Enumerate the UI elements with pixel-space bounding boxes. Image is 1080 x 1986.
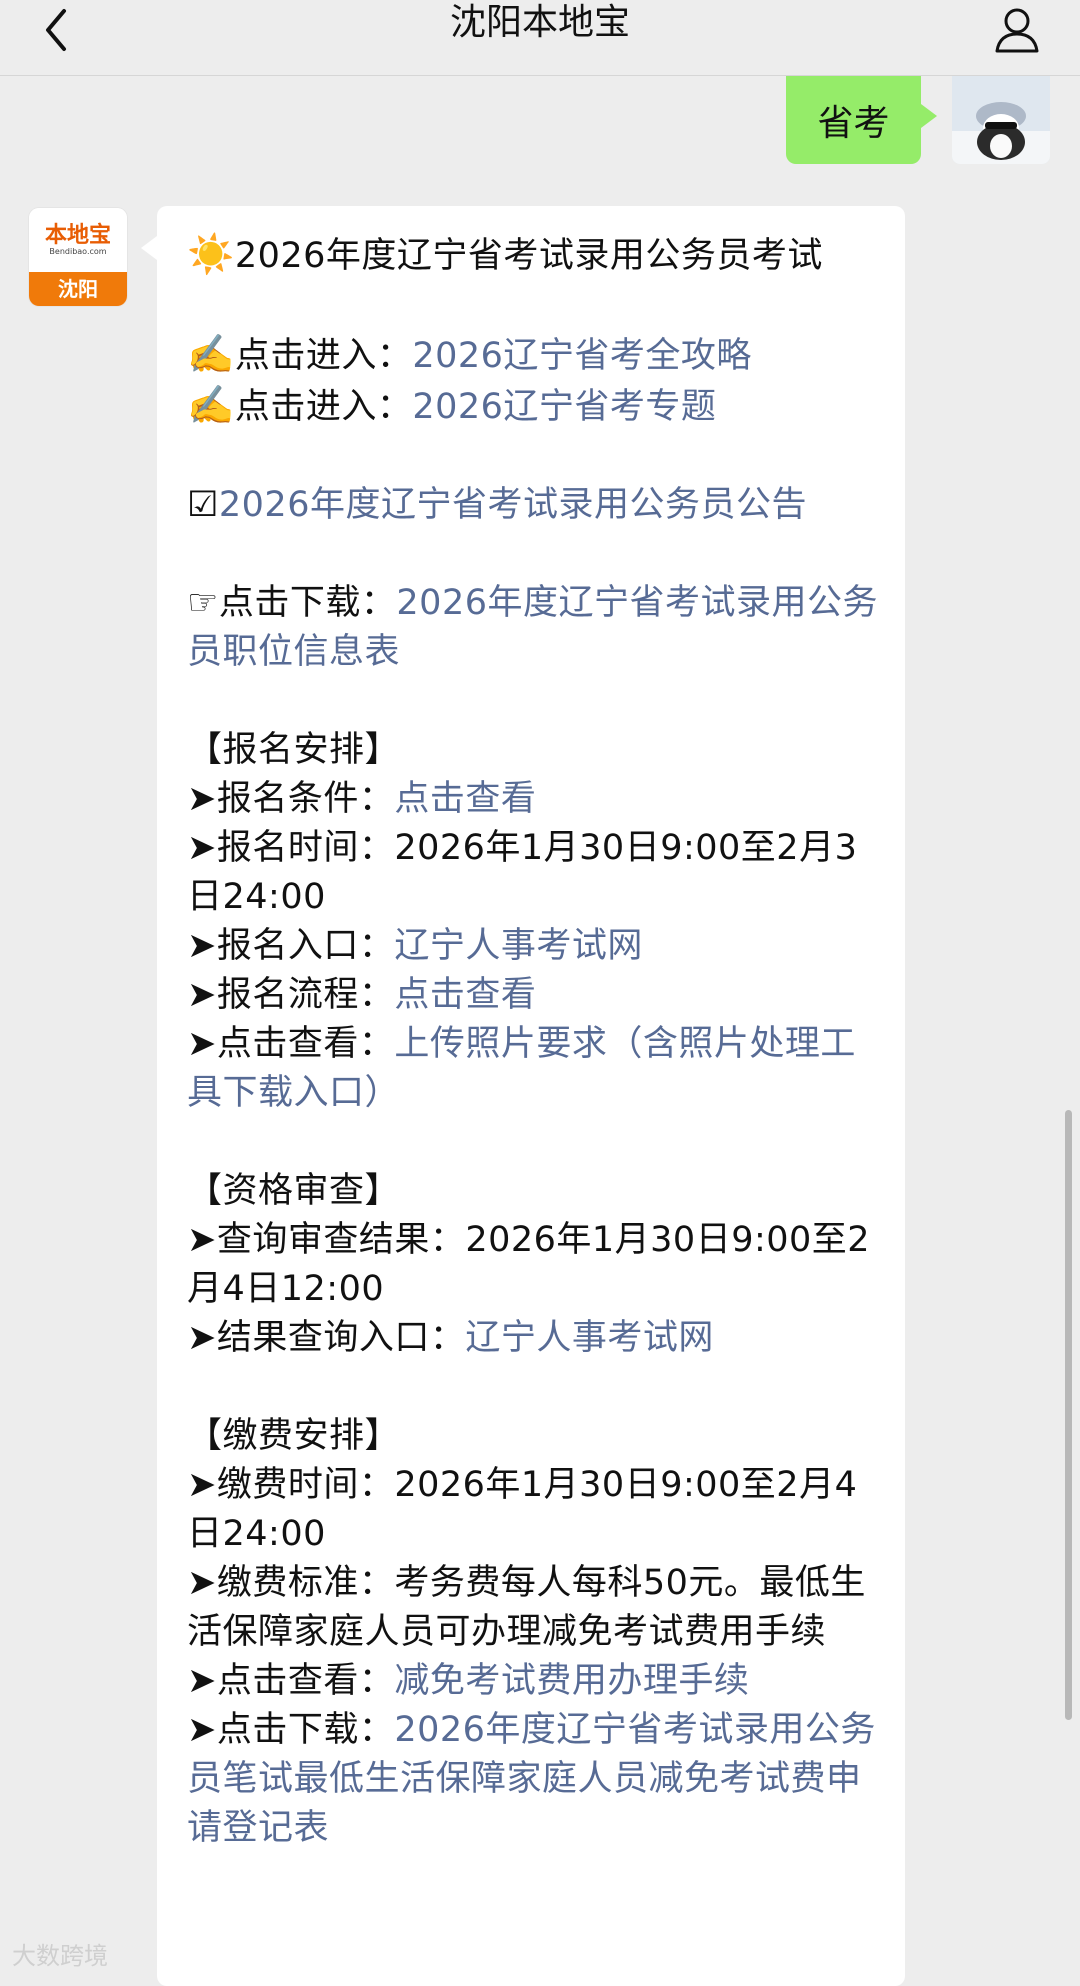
guide-link[interactable]: 2026辽宁省考全攻略 [412,336,752,376]
logo-brand-text: 本地宝 [44,222,111,248]
outgoing-message-text: 省考 [817,103,890,144]
enter-guide-line: ✍️点击进入：2026辽宁省考全攻略 [187,332,752,376]
result-query-link[interactable]: 辽宁人事考试网 [465,1318,714,1358]
user-avatar[interactable] [952,76,1050,164]
message-heading: ☀️2026年度辽宁省考试录用公务员考试 [187,232,823,276]
logo-brand-sub: Bendibao.com [49,247,107,256]
logo-city: 沈阳 [29,272,127,306]
fee-item: ➤点击下载：2026年度辽宁省考试录用公务员笔试最低生活保障家庭人员减免考试费申… [187,1710,876,1848]
pointing-hand-icon: ☞ [187,583,219,623]
fee-item: ➤缴费标准：考务费每人每科50元。最低生活保障家庭人员可办理减免考试费用手续 [187,1563,866,1652]
sender-avatar-logo[interactable]: 本地宝 Bendibao.com 沈阳 [29,208,127,306]
reg-item: ➤报名流程：点击查看 [187,975,537,1015]
reg-process-link[interactable]: 点击查看 [394,975,536,1015]
scrollbar[interactable] [1065,1110,1072,1720]
notice-line: ☑2026年度辽宁省考试录用公务员公告 [187,481,887,530]
cat-avatar-image [952,76,1050,164]
logo-top: 本地宝 Bendibao.com [29,208,127,272]
fee-section-title: 【缴费安排】 [187,1416,401,1456]
checkbox-icon: ☑ [187,485,219,525]
profile-button[interactable] [982,0,1052,60]
reg-entry-link[interactable]: 辽宁人事考试网 [394,926,643,966]
fee-item: ➤缴费时间：2026年1月30日9:00至2月4日24:00 [187,1465,858,1554]
fee-waiver-link[interactable]: 减免考试费用办理手续 [394,1661,749,1701]
reg-item: ➤报名时间：2026年1月30日9:00至2月3日24:00 [187,828,858,917]
reg-conditions-link[interactable]: 点击查看 [394,779,536,819]
qualification-section-title: 【资格审查】 [187,1171,401,1211]
download-line: ☞点击下载：2026年度辽宁省考试录用公务员职位信息表 [187,583,878,672]
watermark: 大数跨境 [12,1942,108,1970]
chat-title: 沈阳本地宝 [449,2,630,43]
notice-link[interactable]: 2026年度辽宁省考试录用公务员公告 [219,485,807,525]
sun-icon: ☀️ [187,232,235,276]
reg-item: ➤报名条件：点击查看 [187,779,537,819]
reg-item: ➤报名入口：辽宁人事考试网 [187,926,643,966]
qual-item: ➤查询审查结果：2026年1月30日9:00至2月4日12:00 [187,1220,871,1309]
message-content: ☀️2026年度辽宁省考试录用公务员考试 ✍️点击进入：2026辽宁省考全攻略 … [187,230,887,1853]
registration-section-title: 【报名安排】 [187,730,401,770]
qual-item: ➤结果查询入口：辽宁人事考试网 [187,1318,714,1358]
chat-header: 沈阳本地宝 [0,0,1080,76]
incoming-message[interactable]: ☀️2026年度辽宁省考试录用公务员考试 ✍️点击进入：2026辽宁省考全攻略 … [141,206,905,1986]
enter-topic-line: ✍️点击进入：2026辽宁省考专题 [187,383,717,427]
topic-link[interactable]: 2026辽宁省考专题 [412,387,716,427]
reg-item: ➤点击查看：上传照片要求（含照片处理工具下载入口） [187,1024,856,1113]
writing-hand-icon: ✍️ [187,332,235,376]
person-icon [995,8,1039,53]
fee-item: ➤点击查看：减免考试费用办理手续 [187,1661,750,1701]
writing-hand-icon: ✍️ [187,383,235,427]
outgoing-message[interactable]: 省考 [786,76,937,164]
